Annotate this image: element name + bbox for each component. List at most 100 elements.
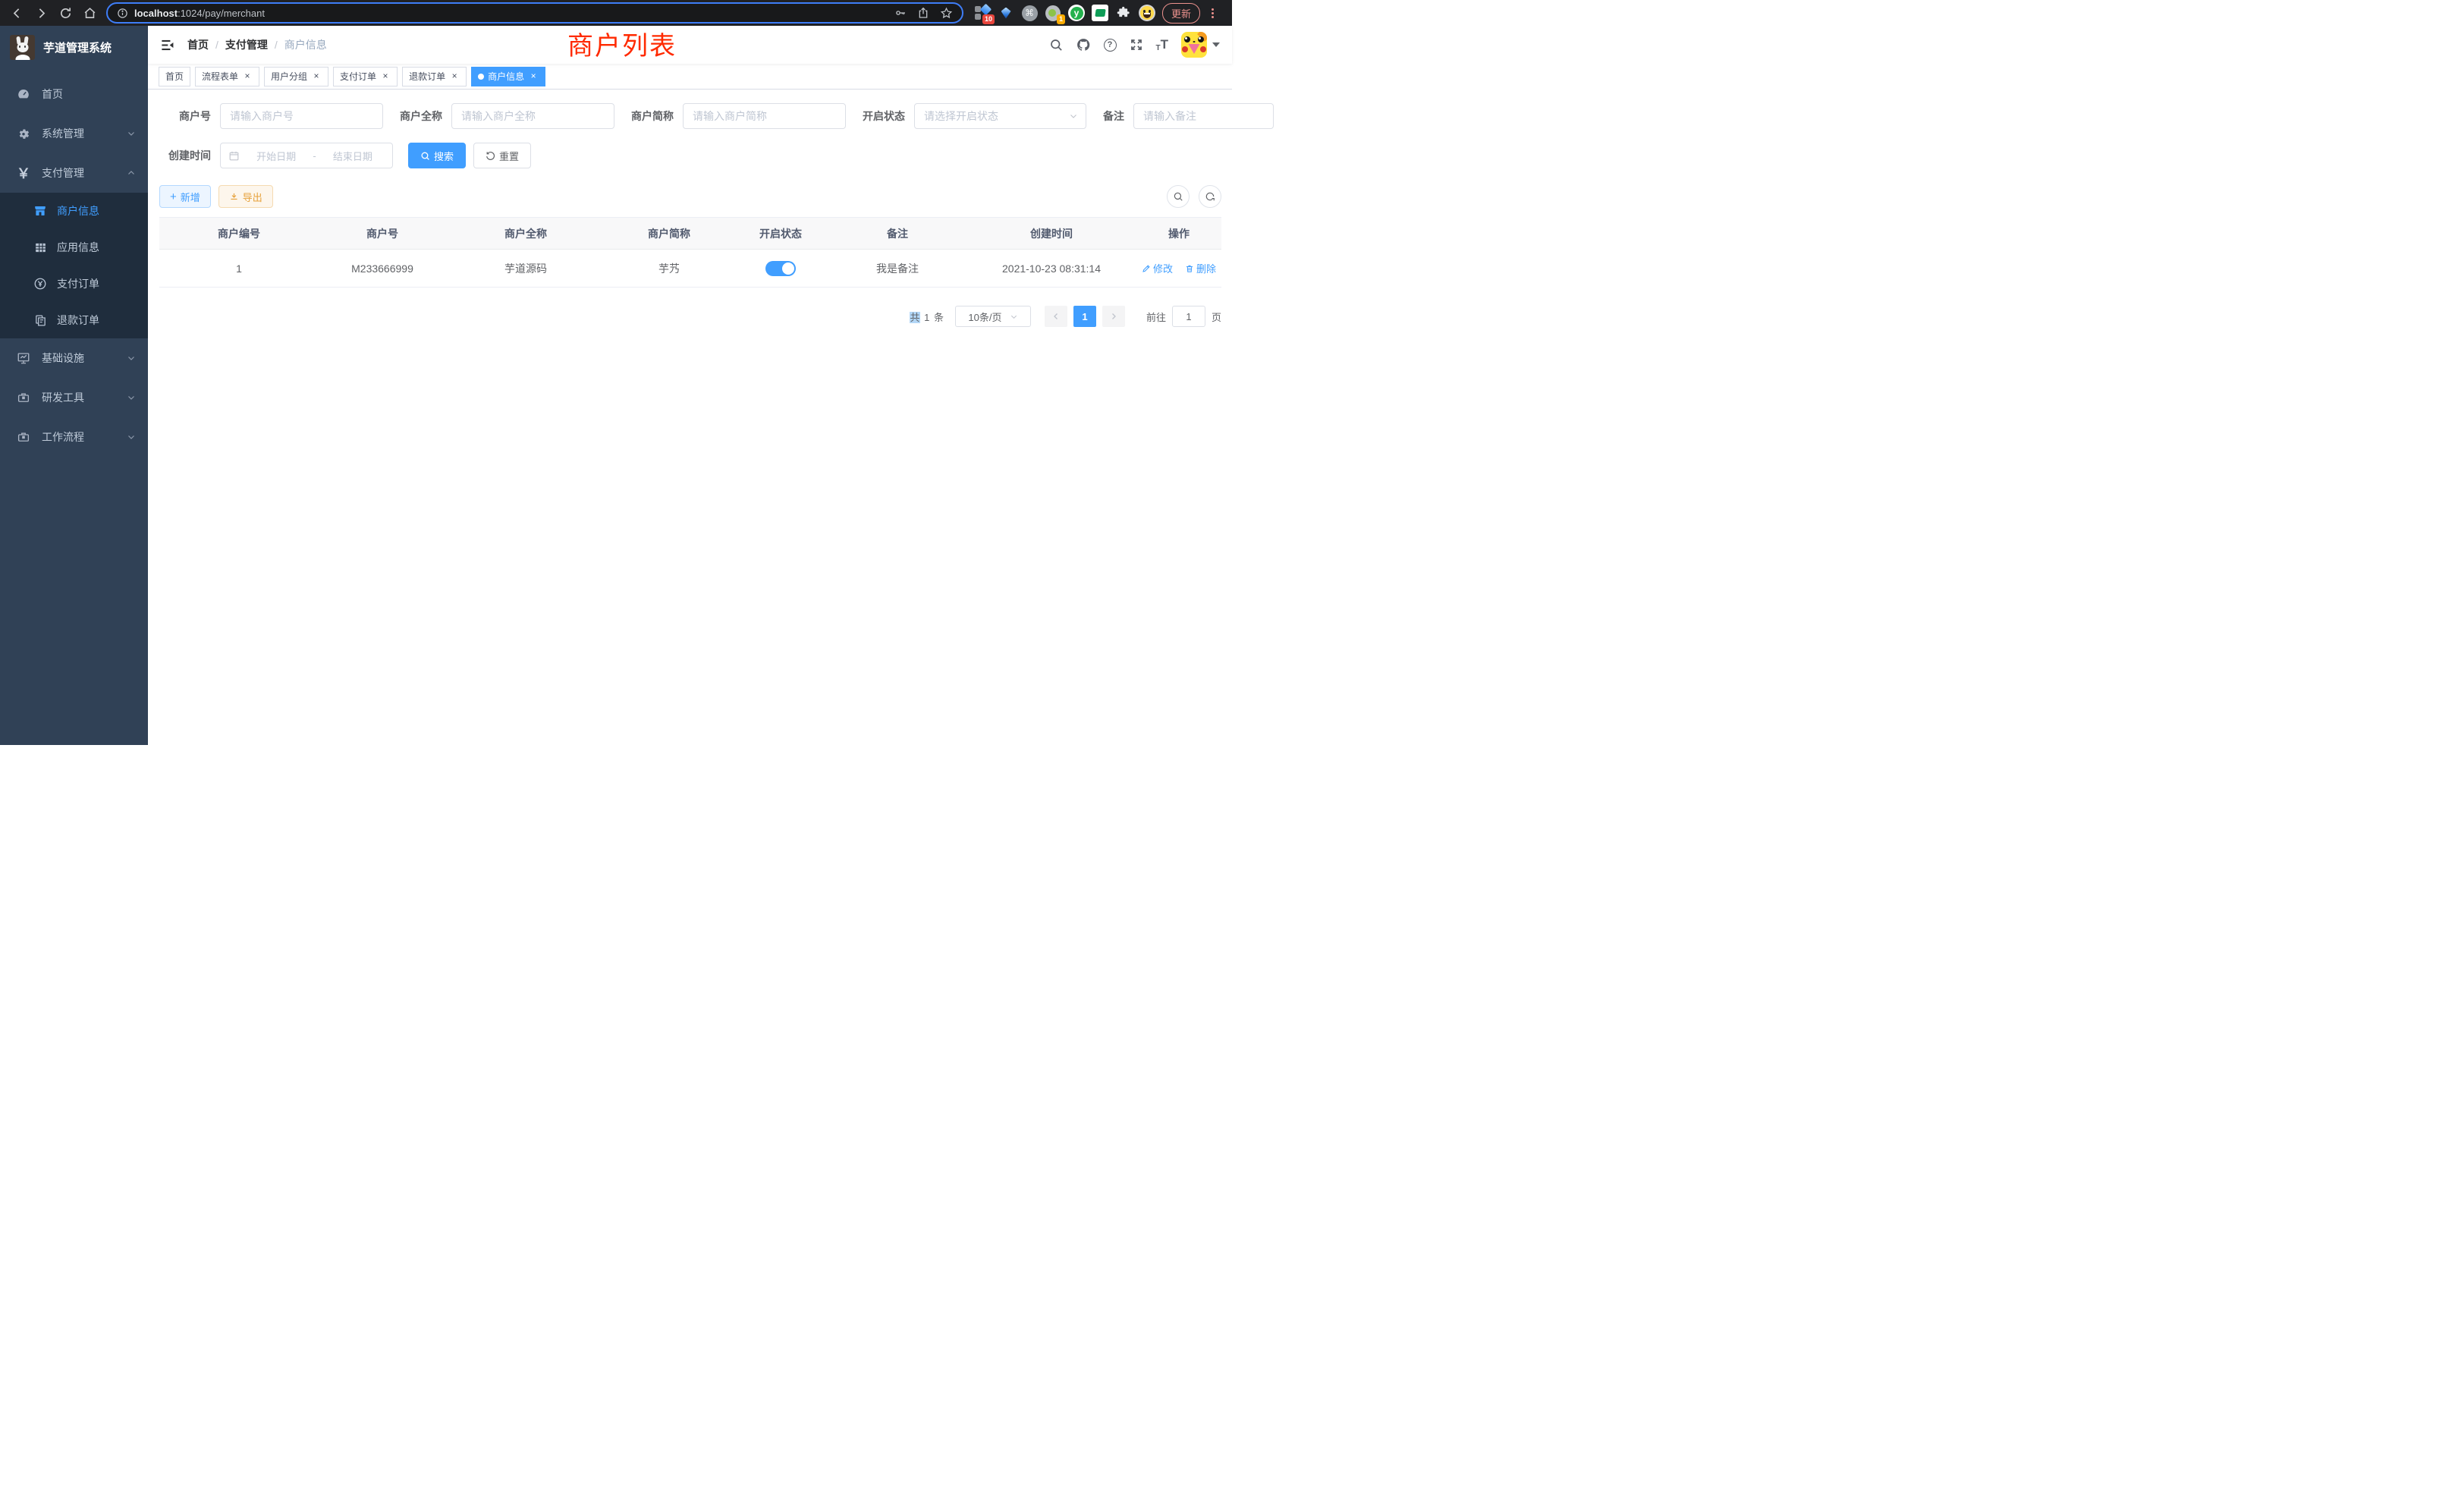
close-icon[interactable]: × — [449, 71, 460, 82]
status-select-placeholder: 请选择开启状态 — [924, 108, 1069, 124]
sidebar-item-label: 工作流程 — [42, 429, 84, 445]
search-button[interactable]: 搜索 — [408, 143, 466, 168]
goto-label: 前往 — [1146, 310, 1166, 324]
chrome-menu-icon[interactable] — [1207, 7, 1218, 20]
hide-search-icon[interactable] — [1167, 185, 1190, 208]
extensions-puzzle-icon[interactable] — [1115, 5, 1132, 21]
reset-button[interactable]: 重置 — [473, 143, 531, 168]
sidebar-item-system[interactable]: 系统管理 — [0, 114, 148, 153]
date-range-separator: - — [313, 150, 316, 162]
forward-icon[interactable] — [30, 2, 52, 24]
home-icon[interactable] — [79, 2, 100, 24]
password-key-icon[interactable] — [894, 7, 907, 19]
sidebar-item-workflow[interactable]: 工作流程 — [0, 417, 148, 457]
sidebar-item-devtools[interactable]: 研发工具 — [0, 378, 148, 417]
breadcrumb-home[interactable]: 首页 — [187, 37, 209, 52]
extension-gem-icon[interactable] — [998, 5, 1014, 21]
merchant-no-label: 商户号 — [159, 108, 220, 124]
cell-actions: 修改 删除 — [1136, 250, 1221, 288]
create-time-range-picker[interactable]: 开始日期 - 结束日期 — [220, 143, 393, 168]
page-size-select[interactable]: 10条/页 — [955, 306, 1031, 327]
breadcrumb: 首页 / 支付管理 / 商户信息 — [187, 37, 327, 52]
sidebar-item-app-info[interactable]: 应用信息 — [0, 229, 148, 266]
main-area: 首页 / 支付管理 / 商户信息 ? T — [148, 26, 1232, 745]
sidebar-item-pay-order[interactable]: 支付订单 — [0, 266, 148, 302]
short-name-label: 商户简称 — [631, 108, 683, 124]
header-search-icon[interactable] — [1049, 38, 1063, 52]
end-date-placeholder: 结束日期 — [321, 149, 385, 163]
sidebar-item-refund-order[interactable]: 退款订单 — [0, 302, 148, 338]
export-button[interactable]: 导出 — [218, 185, 273, 208]
pikachu-avatar — [1181, 32, 1207, 58]
goto-page-input[interactable] — [1172, 306, 1205, 327]
bookmark-star-icon[interactable] — [940, 7, 953, 20]
extension-blocks-icon[interactable]: 10 — [974, 5, 991, 21]
tab-label: 流程表单 — [202, 70, 238, 83]
prev-page-button[interactable] — [1045, 306, 1067, 327]
font-size-icon[interactable]: TT — [1156, 37, 1169, 52]
user-avatar-menu[interactable] — [1181, 32, 1220, 58]
status-select[interactable]: 请选择开启状态 — [914, 103, 1086, 129]
page-content: 商户号 商户全称 商户简称 开启状态 请选择开启状态 — [148, 90, 1232, 745]
col-full-name: 商户全称 — [446, 218, 605, 250]
sidebar-item-merchant-info[interactable]: 商户信息 — [0, 193, 148, 229]
refresh-icon[interactable] — [1199, 185, 1221, 208]
site-info-icon[interactable] — [117, 8, 128, 19]
share-icon[interactable] — [917, 7, 929, 19]
status-toggle-on[interactable] — [765, 261, 796, 276]
tab-home[interactable]: 首页 — [159, 67, 190, 86]
tab-user-group[interactable]: 用户分组 × — [264, 67, 328, 86]
sidebar-item-home[interactable]: 首页 — [0, 74, 148, 114]
chrome-update-button[interactable]: 更新 — [1162, 3, 1200, 24]
page-number-1[interactable]: 1 — [1073, 306, 1096, 327]
calendar-icon — [228, 150, 240, 162]
cell-merchant-no: M233666999 — [319, 250, 446, 288]
extension-y-icon[interactable]: y — [1068, 5, 1085, 21]
help-icon[interactable]: ? — [1104, 39, 1117, 52]
add-button[interactable]: + 新增 — [159, 185, 211, 208]
breadcrumb-pay[interactable]: 支付管理 — [225, 37, 268, 52]
app-logo-row[interactable]: 芋道管理系统 — [0, 26, 148, 68]
cell-full-name: 芋道源码 — [446, 250, 605, 288]
fullscreen-icon[interactable] — [1130, 38, 1143, 52]
sidebar-item-label: 支付管理 — [42, 165, 84, 181]
back-icon[interactable] — [6, 2, 27, 24]
shop-icon — [33, 204, 48, 218]
merchant-table: 商户编号 商户号 商户全称 商户简称 开启状态 备注 创建时间 操作 1 M23… — [159, 217, 1221, 288]
table-toolbar: + 新增 导出 — [159, 185, 1221, 208]
edit-link[interactable]: 修改 — [1142, 261, 1173, 275]
close-icon[interactable]: × — [380, 71, 391, 82]
address-bar[interactable]: localhost:1024/pay/merchant — [106, 2, 963, 24]
delete-link[interactable]: 删除 — [1185, 261, 1216, 275]
start-date-placeholder: 开始日期 — [244, 149, 308, 163]
tab-pay-order[interactable]: 支付订单 × — [333, 67, 398, 86]
short-name-input[interactable] — [683, 103, 846, 129]
extension-recorder-icon[interactable]: 1 — [1045, 5, 1061, 21]
table-row: 1 M233666999 芋道源码 芋艿 我是备注 2021-10-23 08:… — [159, 250, 1221, 288]
rabbit-logo-image — [10, 35, 35, 60]
reset-button-label: 重置 — [499, 149, 519, 163]
monitor-chart-icon — [14, 351, 33, 365]
github-icon[interactable] — [1076, 37, 1091, 52]
merchant-no-input[interactable] — [220, 103, 383, 129]
tab-process-form[interactable]: 流程表单 × — [195, 67, 259, 86]
close-icon[interactable]: × — [528, 71, 539, 82]
next-page-button[interactable] — [1102, 306, 1125, 327]
extension-command-icon[interactable]: ⌘ — [1021, 5, 1038, 21]
reload-icon[interactable] — [55, 2, 76, 24]
remark-input[interactable] — [1133, 103, 1274, 129]
collapse-sidebar-icon[interactable] — [160, 38, 174, 52]
full-name-input[interactable] — [451, 103, 614, 129]
sidebar-item-infra[interactable]: 基础设施 — [0, 338, 148, 378]
close-icon[interactable]: × — [242, 71, 253, 82]
tab-refund-order[interactable]: 退款订单 × — [402, 67, 467, 86]
profile-avatar-icon[interactable] — [1139, 5, 1155, 21]
close-icon[interactable]: × — [311, 71, 322, 82]
tab-merchant-info[interactable]: 商户信息 × — [471, 67, 545, 86]
sidebar-item-label: 基础设施 — [42, 350, 84, 366]
extension-chat-icon[interactable] — [1092, 5, 1108, 21]
sidebar-item-pay[interactable]: ￥ 支付管理 — [0, 153, 148, 193]
top-navbar: 首页 / 支付管理 / 商户信息 ? T — [148, 26, 1232, 64]
breadcrumb-separator: / — [215, 39, 218, 51]
col-status: 开启状态 — [733, 218, 828, 250]
